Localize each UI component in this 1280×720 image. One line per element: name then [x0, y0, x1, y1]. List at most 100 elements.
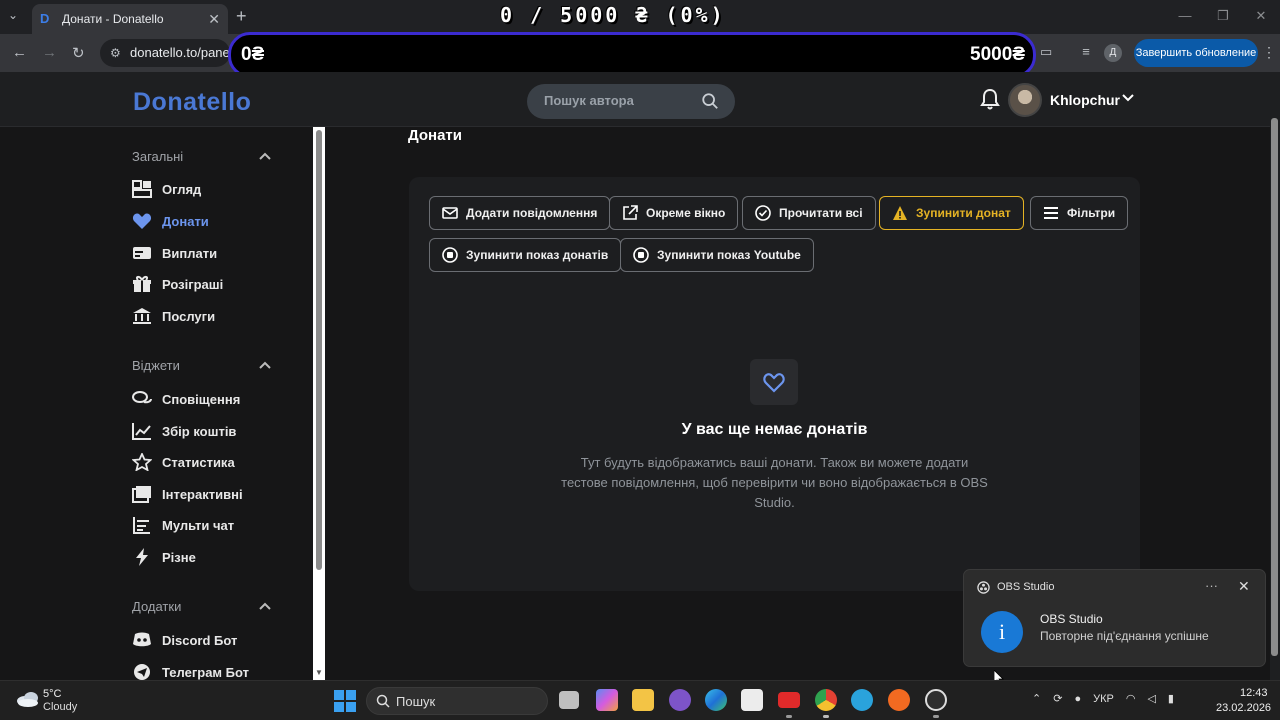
sidebar-item-giveaways[interactable]: Розіграші — [132, 274, 223, 294]
tray-overflow-icon[interactable]: ⌃ — [1032, 692, 1041, 705]
sidebar-item-interactive[interactable]: Інтерактивні — [132, 484, 243, 504]
notification-bell-icon[interactable] — [980, 88, 1000, 110]
browser-tab[interactable]: D Донати - Donatello ✕ — [32, 4, 228, 34]
app-tray-icon[interactable]: ● — [1074, 693, 1081, 705]
sidebar-item-label: Інтерактивні — [162, 486, 243, 502]
youtube-icon[interactable] — [778, 692, 800, 708]
page-scroll-thumb[interactable] — [1271, 118, 1278, 656]
battery-icon[interactable]: ▮ — [1168, 692, 1174, 705]
warning-icon — [893, 206, 907, 220]
windows-start-icon[interactable] — [334, 690, 356, 712]
weather-description[interactable]: Cloudy — [43, 701, 77, 713]
tab-list-button[interactable]: ⌄ — [8, 8, 18, 22]
sidebar-item-telegram-bot[interactable]: Телеграм Бот — [132, 662, 249, 680]
chevron-up-icon[interactable] — [258, 151, 272, 161]
taskbar-search[interactable]: Пошук — [366, 687, 548, 715]
new-tab-button[interactable]: + — [236, 6, 247, 27]
sidebar-item-label: Послуги — [162, 308, 216, 324]
progress-goal: 5000₴ — [970, 44, 1025, 65]
sidebar-nav: Загальні Огляд Донати Виплати Розіграші … — [0, 127, 313, 680]
button-label: Додати повідомлення — [466, 206, 598, 220]
scroll-down-arrow[interactable]: ▼ — [314, 668, 324, 678]
ms-store-icon[interactable] — [741, 689, 763, 711]
section-title-general[interactable]: Загальні — [132, 149, 183, 164]
sidebar-item-payouts[interactable]: Виплати — [132, 243, 217, 263]
media-queue-icon[interactable]: ≡ — [1082, 44, 1090, 62]
back-icon[interactable]: ← — [12, 44, 27, 61]
sidebar-scroll-thumb[interactable] — [316, 130, 322, 570]
sidebar-item-fundraising[interactable]: Збір коштів — [132, 421, 236, 441]
section-title-widgets[interactable]: Віджети — [132, 358, 180, 373]
author-search-input[interactable] — [544, 93, 694, 108]
sidebar-item-alerts[interactable]: Сповіщення — [132, 389, 240, 409]
read-all-button[interactable]: Прочитати всі — [742, 196, 876, 230]
heart-outline-icon — [763, 373, 785, 393]
author-search[interactable] — [527, 84, 735, 119]
file-explorer-icon[interactable] — [632, 689, 654, 711]
clock-time[interactable]: 12:43 — [1240, 687, 1268, 699]
chevron-up-icon[interactable] — [258, 360, 272, 370]
envelope-icon — [442, 207, 458, 219]
obs-notification-toast[interactable]: OBS Studio ··· ✕ i OBS Studio Повторне п… — [963, 569, 1266, 667]
gift-icon — [133, 276, 151, 292]
chrome-icon[interactable] — [815, 689, 837, 711]
maximize-icon[interactable]: ❐ — [1204, 0, 1242, 34]
minimize-icon[interactable]: — — [1166, 0, 1204, 34]
empty-state-title: У вас ще немає донатів — [681, 421, 868, 438]
close-icon[interactable]: ✕ — [1238, 578, 1250, 595]
search-icon[interactable] — [701, 92, 719, 110]
site-info-icon[interactable]: ⚙ — [110, 39, 121, 67]
viber-icon[interactable] — [669, 689, 691, 711]
button-label: Фільтри — [1067, 206, 1116, 220]
wifi-icon[interactable]: ◠ — [1126, 692, 1136, 705]
sidebar-item-donations[interactable]: Донати — [132, 211, 209, 231]
window-close-icon[interactable]: ✕ — [1242, 0, 1280, 34]
task-view-icon[interactable] — [559, 691, 579, 709]
system-tray: ⌃ ⟳ ● УКР ◠ ◁ ▮ — [1032, 692, 1174, 706]
telegram-icon — [134, 664, 150, 680]
chevron-down-icon[interactable] — [1121, 91, 1135, 105]
section-title-addons[interactable]: Додатки — [132, 599, 181, 614]
cloud-icon[interactable] — [16, 690, 40, 708]
input-language[interactable]: УКР — [1093, 693, 1114, 705]
obs-icon — [977, 581, 990, 594]
sidebar-item-misc[interactable]: Різне — [132, 547, 196, 567]
browser-menu-icon[interactable]: ⋮ — [1262, 44, 1276, 61]
sidebar-item-discord-bot[interactable]: Discord Бот — [132, 630, 237, 650]
stop-showing-donations-button[interactable]: Зупинити показ донатів — [429, 238, 622, 272]
forward-icon[interactable]: → — [42, 44, 57, 61]
reload-icon[interactable]: ↻ — [72, 44, 85, 62]
sidebar-item-overview[interactable]: Огляд — [132, 179, 201, 199]
button-label: Зупинити показ Youtube — [657, 248, 801, 262]
filters-button[interactable]: Фільтри — [1030, 196, 1129, 230]
edge-icon[interactable] — [705, 689, 727, 711]
weather-temperature[interactable]: 5°C — [43, 688, 61, 700]
separate-window-button[interactable]: Окреме вікно — [609, 196, 739, 230]
site-logo[interactable]: Donatello — [133, 88, 251, 117]
sync-icon[interactable]: ⟳ — [1053, 692, 1062, 705]
clock-date[interactable]: 23.02.2026 — [1216, 702, 1271, 714]
username[interactable]: Khlopchur — [1050, 92, 1120, 108]
tab-close-icon[interactable]: ✕ — [208, 11, 220, 28]
sidebar-item-services[interactable]: Послуги — [132, 306, 215, 326]
sidebar-item-statistics[interactable]: Статистика — [132, 452, 235, 472]
update-browser-button[interactable]: Завершить обновление — [1134, 39, 1258, 67]
discord-icon — [133, 632, 151, 647]
sidebar-item-multichat[interactable]: Мульти чат — [132, 515, 234, 535]
button-label: Зупинити донат — [916, 206, 1011, 220]
obs-taskbar-icon[interactable] — [925, 689, 947, 711]
page-title: Донати — [408, 127, 463, 144]
volume-icon[interactable]: ◁ — [1147, 692, 1155, 705]
soundcloud-icon[interactable] — [888, 689, 910, 711]
more-options-icon[interactable]: ··· — [1205, 578, 1218, 593]
chevron-up-icon[interactable] — [258, 601, 272, 611]
telegram-taskbar-icon[interactable] — [851, 689, 873, 711]
stop-showing-youtube-button[interactable]: Зупинити показ Youtube — [620, 238, 814, 272]
copilot-icon[interactable] — [596, 689, 618, 711]
user-avatar[interactable] — [1008, 83, 1042, 117]
add-message-button[interactable]: Додати повідомлення — [429, 196, 611, 230]
profile-avatar[interactable]: Д — [1103, 44, 1122, 62]
stop-donation-button[interactable]: Зупинити донат — [879, 196, 1024, 230]
url-field[interactable]: ⚙ donatello.to/panel — [100, 39, 230, 67]
extensions-icon[interactable]: ▭ — [1040, 44, 1052, 62]
